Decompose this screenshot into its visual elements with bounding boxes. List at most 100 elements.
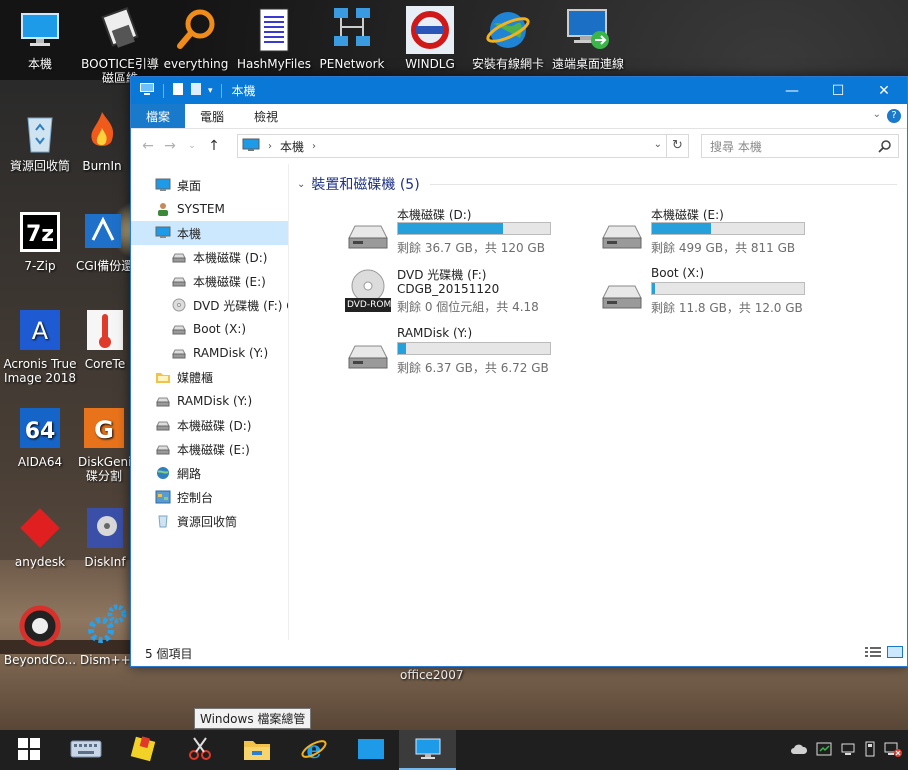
- desktop-icon-recycle-bin[interactable]: 資源回收筒: [0, 108, 80, 173]
- close-button[interactable]: ✕: [861, 77, 907, 104]
- drive-volume-label: CDGB_20151120: [397, 282, 500, 296]
- refresh-button[interactable]: ↻: [666, 135, 688, 157]
- nav-item-label: 本機磁碟 (E:): [177, 442, 250, 457]
- drive-tile-d[interactable]: 本機磁碟 (D:) 剩餘 36.7 GB，共 120 GB: [345, 206, 585, 258]
- drive-tile-x[interactable]: Boot (X:) 剩餘 11.8 GB，共 12.0 GB: [599, 266, 839, 318]
- forward-button[interactable]: →: [159, 138, 181, 154]
- this-pc-icon: [414, 737, 442, 764]
- address-chevron[interactable]: ›: [268, 141, 272, 152]
- nav-item[interactable]: DVD 光碟機 (F:) C: [131, 293, 288, 317]
- cgi-backup-icon: [79, 208, 127, 256]
- nav-item[interactable]: 本機: [131, 221, 288, 245]
- desktop-icon-cgi[interactable]: CGI備份還: [76, 208, 130, 273]
- minimize-button[interactable]: —: [769, 77, 815, 104]
- desktop-icon-everything[interactable]: everything: [156, 6, 236, 71]
- nav-item-label: 媒體櫃: [177, 370, 214, 385]
- drive-usage-bar: [651, 282, 805, 295]
- back-button[interactable]: ←: [137, 138, 159, 154]
- nav-item[interactable]: 桌面: [131, 173, 288, 197]
- floppy-tool-icon: [96, 6, 144, 54]
- taskbar-window-button[interactable]: [342, 730, 399, 770]
- desktop-icon-acronis[interactable]: A Acronis True Image 2018: [0, 306, 80, 385]
- drive-name: RAMDisk (Y:): [397, 326, 473, 340]
- desktop-icon-beyondcompare[interactable]: BeyondCo...: [0, 602, 80, 667]
- explorer-body: 桌面 SYSTEM 本機 本機磁碟 (D:) 本機磁碟 (E:) DVD 光碟機 (F:)…: [131, 164, 907, 640]
- desktop-icon-windlg[interactable]: WINDLG: [390, 6, 470, 71]
- properties-icon[interactable]: [172, 82, 184, 99]
- drive-name: Boot (X:): [651, 266, 705, 280]
- desktop-icon-aida64[interactable]: 64 AIDA64: [0, 404, 80, 469]
- desktop-icon-coretemp[interactable]: CoreTe: [80, 306, 130, 371]
- help-icon[interactable]: ?: [887, 109, 901, 123]
- maximize-button[interactable]: ☐: [815, 77, 861, 104]
- address-dropdown-icon[interactable]: ⌄: [654, 139, 662, 150]
- nav-item[interactable]: 本機磁碟 (E:): [131, 437, 288, 461]
- drive-usage-bar: [397, 222, 551, 235]
- tray-tool-icon[interactable]: [816, 741, 832, 760]
- drive-tile-e[interactable]: 本機磁碟 (E:) 剩餘 499 GB，共 811 GB: [599, 206, 839, 258]
- nav-item[interactable]: RAMDisk (Y:): [131, 341, 288, 365]
- desktop-icon-bootice[interactable]: BOOTICE引導磁區維: [80, 6, 160, 85]
- nav-item-label: 桌面: [177, 178, 202, 193]
- desktop-icon-diskinfo[interactable]: DiskInf: [80, 504, 130, 569]
- drive-icon: [155, 418, 171, 432]
- drive-name: 本機磁碟 (D:): [397, 208, 472, 222]
- customize-qa-icon[interactable]: ▾: [208, 86, 213, 96]
- nav-item[interactable]: SYSTEM: [131, 197, 288, 221]
- network-disconnected-icon[interactable]: [884, 741, 902, 760]
- desktop-icon-diskgenius[interactable]: G DiskGeni 碟分割: [78, 404, 130, 483]
- ribbon-expand-icon[interactable]: ⌄: [873, 109, 881, 120]
- up-button[interactable]: ↑: [203, 138, 225, 154]
- usb-drive-icon[interactable]: [864, 741, 876, 760]
- collapse-chevron-icon[interactable]: ⌄: [297, 179, 305, 190]
- nav-item-label: 資源回收筒: [177, 514, 238, 529]
- tab-view[interactable]: 檢視: [239, 104, 293, 128]
- recycle-bin-icon: [16, 108, 64, 156]
- breadcrumb-this-pc[interactable]: 本機: [280, 138, 304, 155]
- nav-item[interactable]: RAMDisk (Y:): [131, 389, 288, 413]
- recent-locations-button[interactable]: ⌄: [181, 141, 203, 151]
- taskbar-snipping-button[interactable]: [171, 730, 228, 770]
- desktop-icon-hashmyfiles[interactable]: HashMyFiles: [234, 6, 314, 71]
- nav-item[interactable]: 媒體櫃: [131, 365, 288, 389]
- recycle-icon: [155, 514, 171, 528]
- desktop-icon-7zip[interactable]: 7z 7-Zip: [0, 208, 80, 273]
- taskbar-ie-button[interactable]: e: [285, 730, 342, 770]
- taskbar-pe-tools-button[interactable]: [114, 730, 171, 770]
- address-bar[interactable]: › 本機 › ⌄ ↻: [237, 134, 689, 158]
- large-icons-view-icon[interactable]: [887, 646, 903, 661]
- taskbar-this-pc-button[interactable]: [399, 730, 456, 770]
- desktop-label-office[interactable]: office2007: [400, 668, 463, 682]
- tab-computer[interactable]: 電腦: [185, 104, 239, 128]
- nav-item[interactable]: 資源回收筒: [131, 509, 288, 533]
- start-button[interactable]: [0, 730, 57, 770]
- desktop-icon-penetwork[interactable]: PENetwork: [312, 6, 392, 71]
- cloud-icon[interactable]: [790, 743, 808, 758]
- desktop-icon-anydesk[interactable]: anydesk: [0, 504, 80, 569]
- tab-file[interactable]: 檔案: [131, 104, 186, 128]
- drive-tile-f[interactable]: DVD-ROM DVD 光碟機 (F:) CDGB_20151120 剩餘 0 …: [345, 266, 585, 318]
- title-bar[interactable]: ▾ 本機 — ☐ ✕: [131, 77, 907, 104]
- ribbon-tabs: 檔案 電腦 檢視 ⌄ ?: [131, 104, 907, 129]
- desktop-icon-install-nic[interactable]: 安裝有線網卡: [468, 6, 548, 71]
- desktop-icon-this-pc[interactable]: 本機: [0, 6, 80, 71]
- desktop-icon-burnin[interactable]: BurnIn: [74, 108, 130, 173]
- search-box[interactable]: 搜尋 本機: [701, 134, 899, 158]
- drive-tile-y[interactable]: RAMDisk (Y:) 剩餘 6.37 GB，共 6.72 GB: [345, 326, 585, 378]
- address-chevron[interactable]: ›: [312, 141, 316, 152]
- new-folder-icon[interactable]: [190, 82, 202, 99]
- desktop-icon-dism[interactable]: Dism++: [80, 602, 130, 667]
- desktop-icon-remote-desktop[interactable]: 遠端桌面連線: [548, 6, 628, 71]
- nav-item[interactable]: 本機磁碟 (E:): [131, 269, 288, 293]
- nav-item[interactable]: 本機磁碟 (D:): [131, 413, 288, 437]
- nav-item[interactable]: 本機磁碟 (D:): [131, 245, 288, 269]
- details-view-icon[interactable]: [865, 646, 881, 661]
- nav-item[interactable]: Boot (X:): [131, 317, 288, 341]
- taskbar-file-explorer-button[interactable]: [228, 730, 285, 770]
- network-tray-icon[interactable]: [840, 741, 856, 760]
- nav-item[interactable]: 網路: [131, 461, 288, 485]
- taskbar-keyboard-button[interactable]: [57, 730, 114, 770]
- nav-item[interactable]: 控制台: [131, 485, 288, 509]
- desktop-icon: [155, 178, 171, 192]
- group-header[interactable]: ⌄ 裝置和磁碟機 (5): [297, 174, 897, 194]
